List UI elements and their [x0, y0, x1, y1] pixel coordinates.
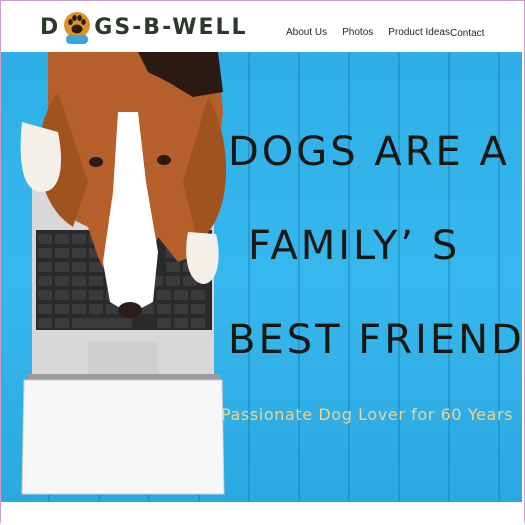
page-frame [0, 0, 525, 525]
